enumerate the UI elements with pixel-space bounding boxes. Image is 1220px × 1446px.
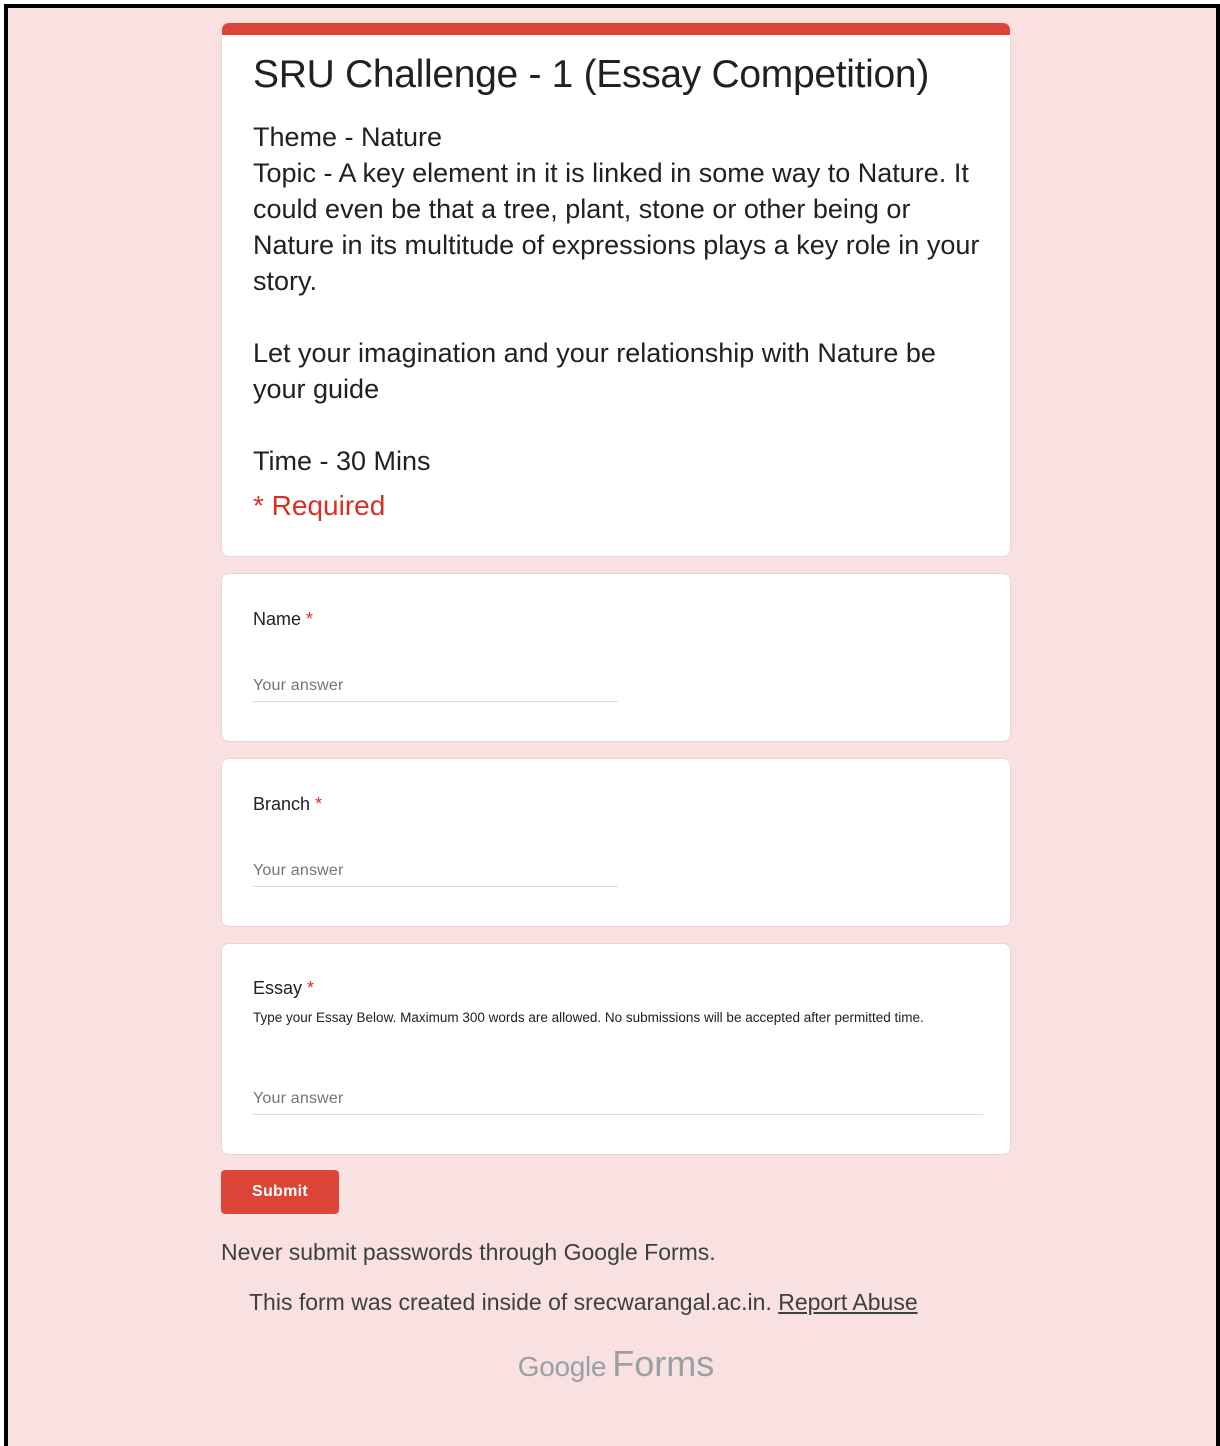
question-label: Essay * (253, 978, 314, 999)
question-label: Branch * (253, 794, 322, 815)
question-label-text: Name (253, 609, 302, 629)
required-asterisk: * (315, 794, 323, 814)
form-header-card: SRU Challenge - 1 (Essay Competition) Th… (221, 22, 1011, 557)
created-notice: This form was created inside of srecwara… (249, 1289, 918, 1316)
description-line: Topic - A key element in it is linked in… (253, 158, 980, 296)
question-label-text: Essay (253, 978, 303, 998)
question-label-text: Branch (253, 794, 311, 814)
required-note: * Required (253, 490, 386, 521)
required-asterisk: * (306, 609, 314, 629)
branch-input[interactable]: Your answer (253, 862, 618, 887)
name-input[interactable]: Your answer (253, 677, 618, 702)
password-warning: Never submit passwords through Google Fo… (221, 1239, 716, 1265)
description-line: Time - 30 Mins (253, 446, 431, 476)
brand-forms: Forms (612, 1343, 715, 1384)
question-label: Name * (253, 609, 313, 630)
header-accent-bar (222, 23, 1010, 35)
required-asterisk: * (307, 978, 315, 998)
description-line: Let your imagination and your relationsh… (253, 338, 936, 404)
page-frame: SRU Challenge - 1 (Essay Competition) Th… (4, 4, 1220, 1446)
description-line: Theme - Nature (253, 122, 443, 152)
question-help-text: Type your Essay Below. Maximum 300 words… (253, 1010, 924, 1025)
essay-input[interactable]: Your answer (253, 1090, 983, 1115)
question-card-name: Name * Your answer (221, 573, 1011, 742)
form-description: Theme - Nature Topic - A key element in … (253, 119, 988, 479)
question-card-essay: Essay * Type your Essay Below. Maximum 3… (221, 943, 1011, 1155)
question-card-branch: Branch * Your answer (221, 758, 1011, 927)
form-title: SRU Challenge - 1 (Essay Competition) (253, 53, 930, 96)
created-text: This form was created inside of srecwara… (249, 1289, 772, 1315)
description-line (253, 407, 988, 443)
report-abuse-link[interactable]: Report Abuse (778, 1289, 917, 1315)
description-line (253, 299, 988, 335)
submit-button[interactable]: Submit (221, 1170, 339, 1214)
brand-google: Google (517, 1351, 607, 1382)
google-forms-logo[interactable]: Google Forms (221, 1343, 1011, 1385)
